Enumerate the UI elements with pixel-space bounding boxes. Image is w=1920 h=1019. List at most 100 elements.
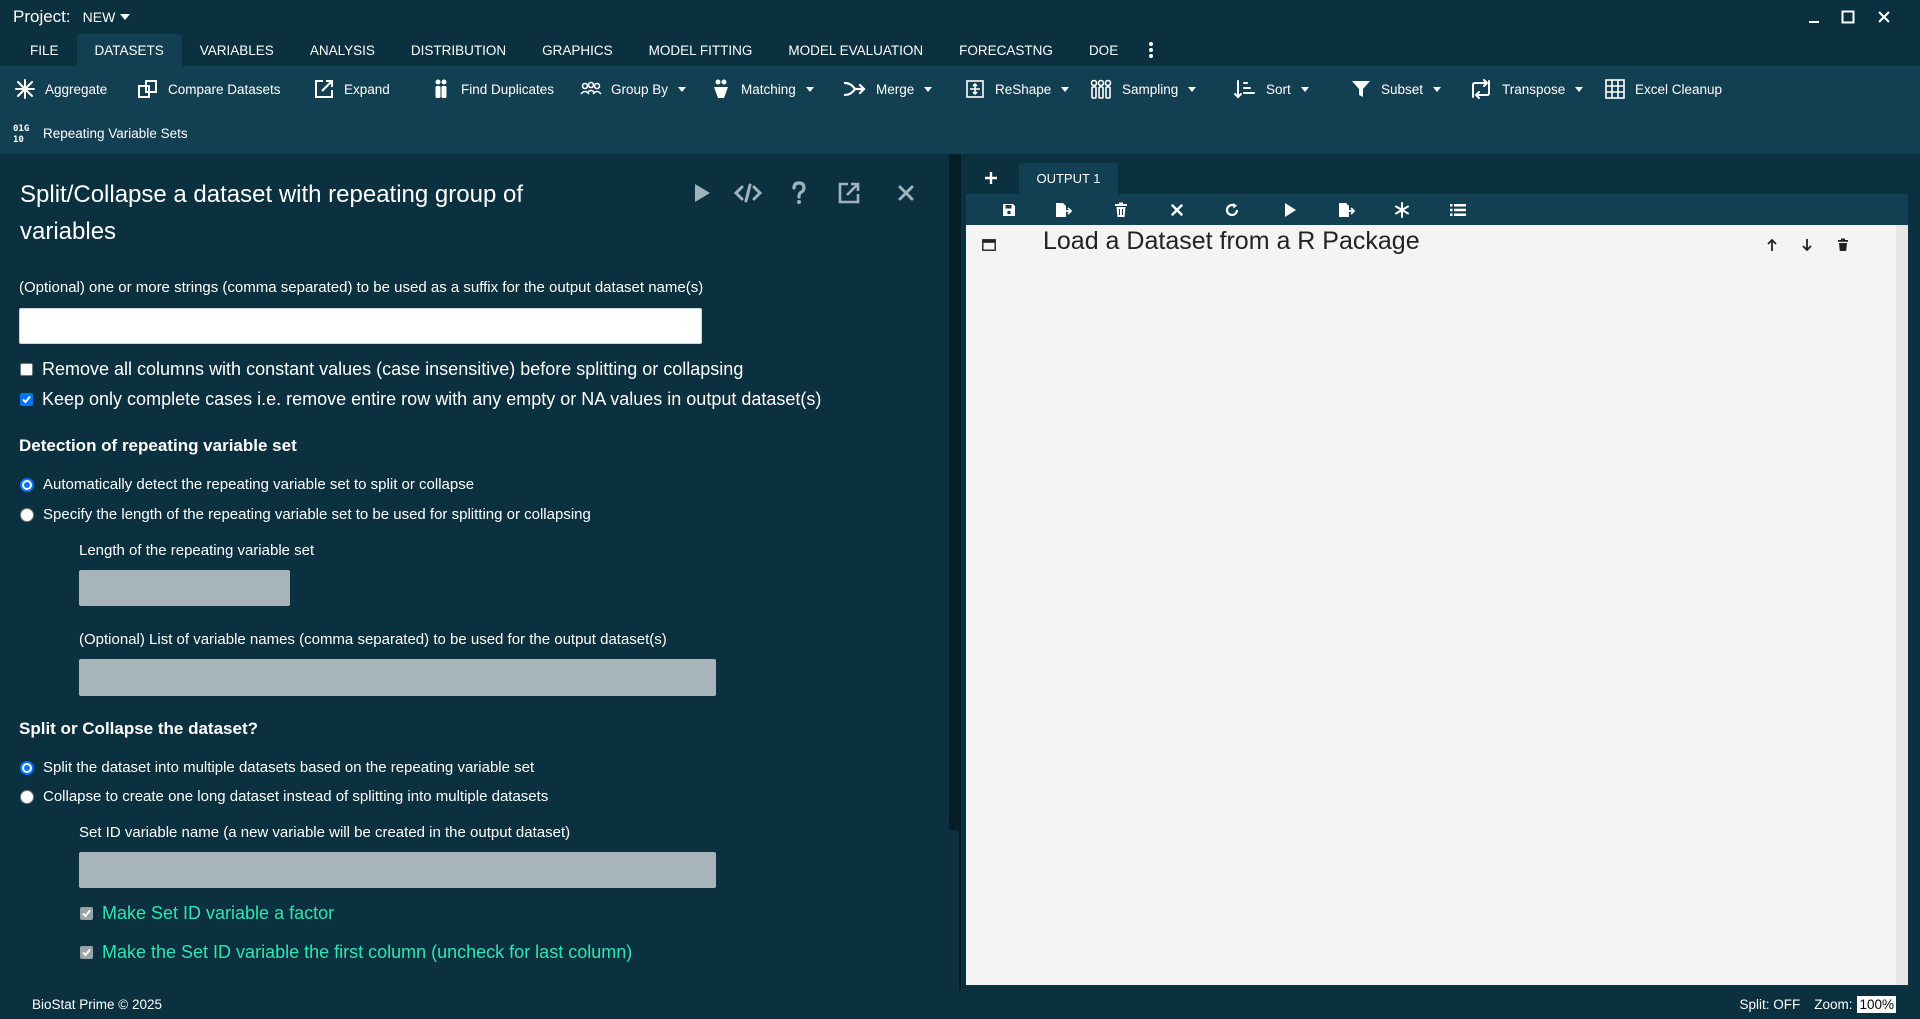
radio-button[interactable] — [20, 760, 34, 775]
tab-file[interactable]: FILE — [12, 34, 77, 66]
run-icon[interactable] — [687, 178, 717, 208]
zoom-label: Zoom: — [1814, 997, 1853, 1012]
caret-down-icon — [805, 86, 814, 92]
tab-graphics[interactable]: GRAPHICS — [524, 34, 631, 66]
copyright-text: BioStat Prime © 2025 — [32, 997, 163, 1012]
setid-input[interactable] — [79, 852, 716, 888]
split-radio[interactable]: Split the dataset into multiple datasets… — [20, 759, 534, 776]
tab-output-1[interactable]: OUTPUT 1 — [1019, 163, 1118, 194]
aggregate-label: Aggregate — [45, 81, 108, 97]
save-icon[interactable] — [996, 194, 1022, 225]
expand-button[interactable]: Expand — [313, 74, 390, 104]
checkbox-box[interactable] — [20, 363, 33, 376]
project-value: NEW — [82, 9, 116, 25]
more-vertical-icon[interactable] — [1136, 34, 1166, 66]
sampling-label: Sampling — [1122, 81, 1179, 97]
sort-dropdown[interactable]: Sort — [1233, 74, 1309, 104]
matching-dropdown[interactable]: Matching — [710, 74, 814, 104]
compare-datasets-button[interactable]: Compare Datasets — [137, 74, 281, 104]
tab-distribution[interactable]: DISTRIBUTION — [393, 34, 524, 66]
menu-bar: FILE DATASETS VARIABLES ANALYSIS DISTRIB… — [0, 34, 1920, 66]
split-divider[interactable] — [959, 154, 961, 990]
merge-label: Merge — [876, 81, 915, 97]
delete-section-icon[interactable] — [1832, 234, 1854, 256]
popout-icon[interactable] — [834, 178, 864, 208]
varnames-input[interactable] — [79, 659, 716, 696]
repeating-variable-sets-button[interactable]: 01G 10 Repeating Variable Sets — [12, 118, 188, 148]
caret-down-icon — [678, 86, 687, 92]
checkbox-box[interactable] — [80, 946, 93, 959]
export-file-icon[interactable] — [1051, 194, 1077, 225]
detect-length-radio[interactable]: Specify the length of the repeating vari… — [20, 506, 591, 523]
add-output-tab-icon[interactable] — [980, 167, 1002, 189]
close-window-icon[interactable] — [1866, 0, 1902, 34]
radio-button[interactable] — [20, 477, 34, 492]
output-toolbar — [966, 194, 1908, 225]
arrow-down-icon[interactable] — [1796, 234, 1818, 256]
dialog-scrollbar[interactable] — [949, 154, 959, 830]
svg-text:10: 10 — [13, 135, 24, 144]
checkmark-icon — [82, 948, 91, 957]
length-input[interactable] — [79, 570, 290, 606]
group-by-dropdown[interactable]: Group By — [580, 74, 687, 104]
complete-cases-checkbox[interactable]: Keep only complete cases i.e. remove ent… — [20, 389, 821, 410]
arrow-up-icon[interactable] — [1761, 234, 1783, 256]
aggregate-button[interactable]: Aggregate — [14, 74, 107, 104]
matching-icon — [714, 79, 728, 98]
transpose-dropdown[interactable]: Transpose — [1469, 74, 1584, 104]
caret-down-icon — [120, 14, 131, 20]
snowflake-icon[interactable] — [1389, 194, 1415, 225]
merge-dropdown[interactable]: Merge — [843, 74, 933, 104]
varnames-label: (Optional) List of variable names (comma… — [79, 631, 667, 648]
output-content — [966, 225, 1896, 985]
detect-auto-radio[interactable]: Automatically detect the repeating varia… — [20, 476, 474, 493]
output-scrollbar[interactable] — [1896, 225, 1908, 985]
collapse-label: Collapse to create one long dataset inst… — [43, 788, 549, 805]
refresh-icon[interactable] — [1219, 194, 1245, 225]
radio-button[interactable] — [20, 789, 34, 804]
split-status[interactable]: Split: OFF — [1739, 997, 1800, 1012]
zoom-value[interactable]: 100% — [1857, 996, 1896, 1013]
reshape-label: ReShape — [995, 81, 1052, 97]
list-icon[interactable] — [1445, 194, 1471, 225]
find-duplicates-button[interactable]: Find Duplicates — [430, 74, 554, 104]
suffix-input[interactable] — [19, 308, 702, 344]
compare-icon — [138, 80, 157, 98]
minimize-icon[interactable] — [1796, 0, 1832, 34]
caret-down-icon — [1300, 86, 1309, 92]
tab-analysis[interactable]: ANALYSIS — [292, 34, 393, 66]
setid-factor-checkbox[interactable]: Make Set ID variable a factor — [80, 903, 334, 924]
radio-button[interactable] — [20, 507, 34, 522]
tab-datasets[interactable]: DATASETS — [76, 34, 182, 66]
tab-model-fitting[interactable]: MODEL FITTING — [631, 34, 771, 66]
tab-forecasting[interactable]: FORECASTNG — [941, 34, 1071, 66]
sort-icon — [1234, 80, 1255, 99]
remove-constant-checkbox[interactable]: Remove all columns with constant values … — [20, 359, 743, 380]
checkmark-icon — [22, 395, 31, 404]
help-icon[interactable] — [784, 178, 814, 208]
tab-variables[interactable]: VARIABLES — [182, 34, 292, 66]
run-output-icon[interactable] — [1277, 194, 1303, 225]
sampling-dropdown[interactable]: Sampling — [1089, 74, 1197, 104]
close-dialog-icon[interactable] — [891, 178, 921, 208]
project-label: Project: — [13, 7, 71, 26]
collapse-section-icon[interactable] — [978, 234, 1000, 256]
project-dropdown[interactable]: NEW — [83, 9, 131, 25]
excel-cleanup-button[interactable]: Excel Cleanup — [1604, 74, 1722, 104]
code-icon[interactable] — [733, 178, 763, 208]
caret-down-icon — [1188, 86, 1197, 92]
setid-first-column-checkbox[interactable]: Make the Set ID variable the first colum… — [80, 942, 632, 963]
tab-model-evaluation[interactable]: MODEL EVALUATION — [770, 34, 941, 66]
title-bar: Project: NEW — [0, 0, 1920, 34]
reshape-dropdown[interactable]: ReShape — [964, 74, 1070, 104]
export-output-icon[interactable] — [1334, 194, 1360, 225]
status-right: Split: OFF Zoom: 100% — [1739, 990, 1896, 1019]
checkbox-box[interactable] — [20, 393, 33, 406]
clear-icon[interactable] — [1164, 194, 1190, 225]
maximize-icon[interactable] — [1830, 0, 1866, 34]
tab-doe[interactable]: DOE — [1071, 34, 1136, 66]
subset-dropdown[interactable]: Subset — [1350, 74, 1442, 104]
collapse-radio[interactable]: Collapse to create one long dataset inst… — [20, 788, 548, 805]
delete-icon[interactable] — [1108, 194, 1134, 225]
checkbox-box[interactable] — [80, 907, 93, 920]
